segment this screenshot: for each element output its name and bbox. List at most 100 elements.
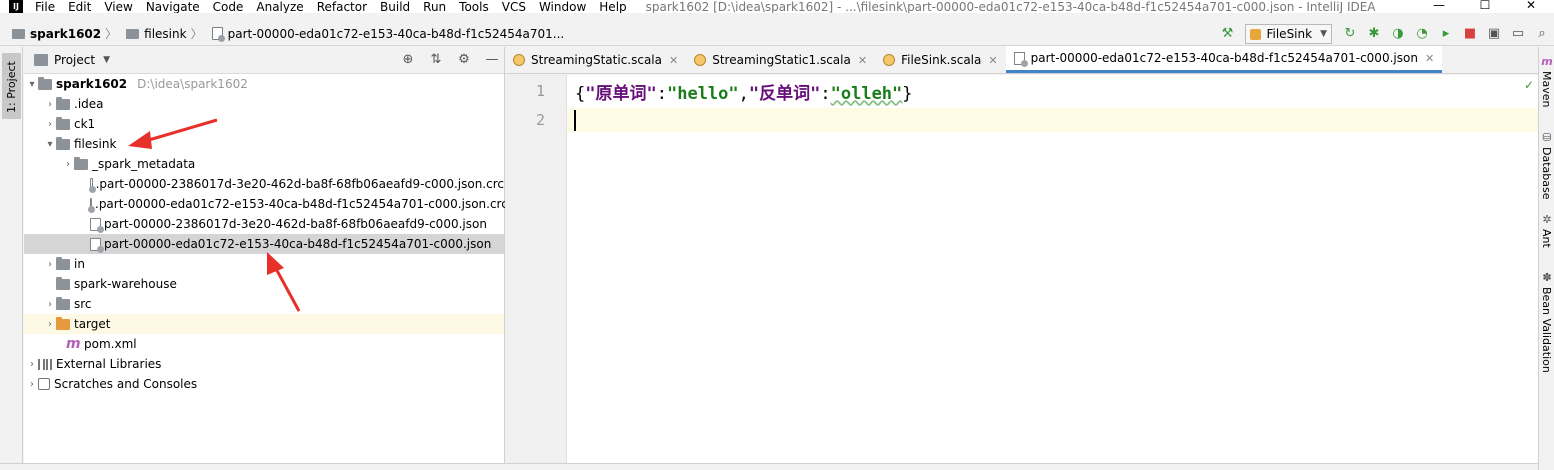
- search-everywhere-icon[interactable]: ⌕: [1534, 26, 1550, 42]
- menu-build[interactable]: Build: [380, 0, 410, 13]
- terminal-icon[interactable]: ▭: [1510, 26, 1526, 42]
- run-dropdown-icon[interactable]: ▸: [1438, 26, 1454, 42]
- collapse-arrow-icon[interactable]: ›: [44, 319, 56, 330]
- gear-icon[interactable]: ⚙: [456, 52, 472, 68]
- menu-tools[interactable]: Tools: [459, 0, 489, 13]
- collapse-arrow-icon[interactable]: ›: [44, 299, 56, 310]
- tree-item-spark-warehouse[interactable]: spark-warehouse: [24, 274, 504, 294]
- folder-icon: [56, 296, 70, 310]
- menu-file[interactable]: File: [35, 0, 55, 13]
- chevron-down-icon[interactable]: ▼: [103, 55, 110, 65]
- close-icon[interactable]: ✕: [988, 54, 997, 67]
- breadcrumb-folder[interactable]: filesink: [144, 27, 186, 41]
- locate-file-icon[interactable]: ⊕: [400, 52, 416, 68]
- tab-streamingstatic[interactable]: StreamingStatic.scala ✕: [505, 47, 686, 73]
- minimize-button[interactable]: —: [1416, 0, 1462, 13]
- tree-item-filesink[interactable]: ▾ filesink: [24, 134, 504, 154]
- hide-panel-icon[interactable]: —: [484, 52, 500, 68]
- status-bar: [0, 463, 1538, 470]
- menu-refactor[interactable]: Refactor: [317, 0, 367, 13]
- rerun-icon[interactable]: ↻: [1342, 26, 1358, 42]
- tool-tab-label: Database: [1540, 147, 1553, 200]
- menu-edit[interactable]: Edit: [68, 0, 91, 13]
- tree-item-label: External Libraries: [56, 357, 162, 371]
- profile-icon[interactable]: ◔: [1414, 26, 1430, 42]
- menu-code[interactable]: Code: [213, 0, 244, 13]
- run-configuration-select[interactable]: FileSink ▼: [1245, 24, 1332, 44]
- code-line-1: {"原单词":"hello","反单词":"olleh"}: [575, 79, 913, 104]
- breadcrumb-project[interactable]: spark1602: [30, 27, 101, 41]
- tree-item-idea[interactable]: › .idea: [24, 94, 504, 114]
- bean-validation-icon: ✽: [1542, 271, 1552, 284]
- tree-item-crc-file-2[interactable]: .part-00000-eda01c72-e153-40ca-b48d-f1c5…: [24, 194, 508, 214]
- close-icon[interactable]: ✕: [669, 54, 678, 67]
- tree-item-spark1602[interactable]: ▾ spark1602 D:\idea\spark1602: [24, 74, 504, 94]
- tab-filesink[interactable]: FileSink.scala ✕: [875, 47, 1006, 73]
- project-tool-tab[interactable]: 1: Project: [2, 53, 21, 119]
- tree-item-target[interactable]: › target: [24, 314, 504, 334]
- debug-bug-icon[interactable]: ✱: [1366, 26, 1382, 42]
- json-key: "反单词": [748, 84, 821, 104]
- navigation-bar: spark1602 〉 filesink 〉 part-00000-eda01c…: [0, 22, 1554, 46]
- menu-analyze[interactable]: Analyze: [256, 0, 303, 13]
- code-editor[interactable]: [567, 75, 1538, 463]
- tree-item-src[interactable]: › src: [24, 294, 504, 314]
- tab-json-file[interactable]: part-00000-eda01c72-e153-40ca-b48d-f1c52…: [1005, 46, 1443, 73]
- database-tool-tab[interactable]: ⛁ Database: [1540, 131, 1554, 200]
- menu-navigate[interactable]: Navigate: [146, 0, 200, 13]
- collapse-arrow-icon[interactable]: ›: [26, 379, 38, 390]
- expand-arrow-icon[interactable]: ▾: [44, 139, 56, 150]
- project-tree: ▾ spark1602 D:\idea\spark1602 › .idea › …: [24, 74, 508, 394]
- maximize-button[interactable]: ☐: [1462, 0, 1508, 13]
- menu-window[interactable]: Window: [539, 0, 586, 13]
- collapse-arrow-icon[interactable]: ›: [44, 99, 56, 110]
- tree-item-in[interactable]: › in: [24, 254, 504, 274]
- breadcrumb-file[interactable]: part-00000-eda01c72-e153-40ca-b48d-f1c52…: [228, 27, 565, 41]
- menu-run[interactable]: Run: [423, 0, 446, 13]
- tree-item-label: src: [74, 297, 92, 311]
- coverage-icon[interactable]: ◑: [1390, 26, 1406, 42]
- tree-item-label: spark1602: [56, 77, 128, 91]
- project-panel-title[interactable]: Project: [54, 53, 95, 67]
- menu-help[interactable]: Help: [599, 0, 626, 13]
- close-window-button[interactable]: ✕: [1508, 0, 1554, 13]
- tree-item-scratches[interactable]: › Scratches and Consoles: [24, 374, 504, 394]
- tree-item-pom[interactable]: m pom.xml: [24, 334, 504, 354]
- tree-item-crc-file-1[interactable]: .part-00000-2386017d-3e20-462d-ba8f-68fb…: [24, 174, 504, 194]
- scratches-icon: [38, 378, 50, 390]
- collapse-arrow-icon[interactable]: ›: [62, 159, 74, 170]
- ant-icon: ✲: [1542, 213, 1552, 226]
- tree-item-json-file-2[interactable]: part-00000-eda01c72-e153-40ca-b48d-f1c52…: [24, 234, 504, 254]
- tab-streamingstatic1[interactable]: StreamingStatic1.scala ✕: [686, 47, 875, 73]
- tree-item-ck1[interactable]: › ck1: [24, 114, 504, 134]
- json-brace: }: [902, 84, 913, 104]
- folder-icon: [56, 256, 70, 270]
- tool-tab-label: Ant: [1540, 229, 1553, 248]
- build-hammer-icon[interactable]: ⚒: [1219, 26, 1235, 42]
- tree-item-external-libraries[interactable]: › External Libraries: [24, 354, 504, 374]
- tree-item-label: .part-00000-2386017d-3e20-462d-ba8f-68fb…: [95, 177, 504, 191]
- close-icon[interactable]: ✕: [858, 54, 867, 67]
- tree-item-spark-metadata[interactable]: › _spark_metadata: [24, 154, 504, 174]
- collapse-arrow-icon[interactable]: ›: [26, 359, 38, 370]
- inspection-ok-icon[interactable]: ✓: [1524, 78, 1534, 92]
- unknown-file-icon: [88, 177, 95, 193]
- intellij-logo-icon: IJ: [9, 0, 23, 13]
- breadcrumb-separator-icon: 〉: [190, 27, 203, 41]
- collapse-arrow-icon[interactable]: ›: [44, 259, 56, 270]
- close-icon[interactable]: ✕: [1425, 52, 1434, 65]
- collapse-all-icon[interactable]: ⇅: [428, 52, 444, 68]
- stop-icon[interactable]: ■: [1462, 26, 1478, 42]
- bean-validation-tool-tab[interactable]: ✽ Bean Validation: [1540, 271, 1554, 373]
- menu-vcs[interactable]: VCS: [502, 0, 526, 13]
- run-config-label: FileSink: [1266, 27, 1313, 41]
- maven-tool-tab[interactable]: m Maven: [1540, 55, 1554, 107]
- project-structure-icon[interactable]: ▣: [1486, 26, 1502, 42]
- expand-arrow-icon[interactable]: ▾: [26, 79, 38, 90]
- tool-tab-label: Maven: [1540, 71, 1553, 108]
- collapse-arrow-icon[interactable]: ›: [44, 119, 56, 130]
- tree-item-json-file-1[interactable]: part-00000-2386017d-3e20-462d-ba8f-68fb0…: [24, 214, 504, 234]
- menu-view[interactable]: View: [104, 0, 132, 13]
- ant-tool-tab[interactable]: ✲ Ant: [1540, 213, 1554, 248]
- project-tool-tab-label: 1: Project: [5, 61, 18, 113]
